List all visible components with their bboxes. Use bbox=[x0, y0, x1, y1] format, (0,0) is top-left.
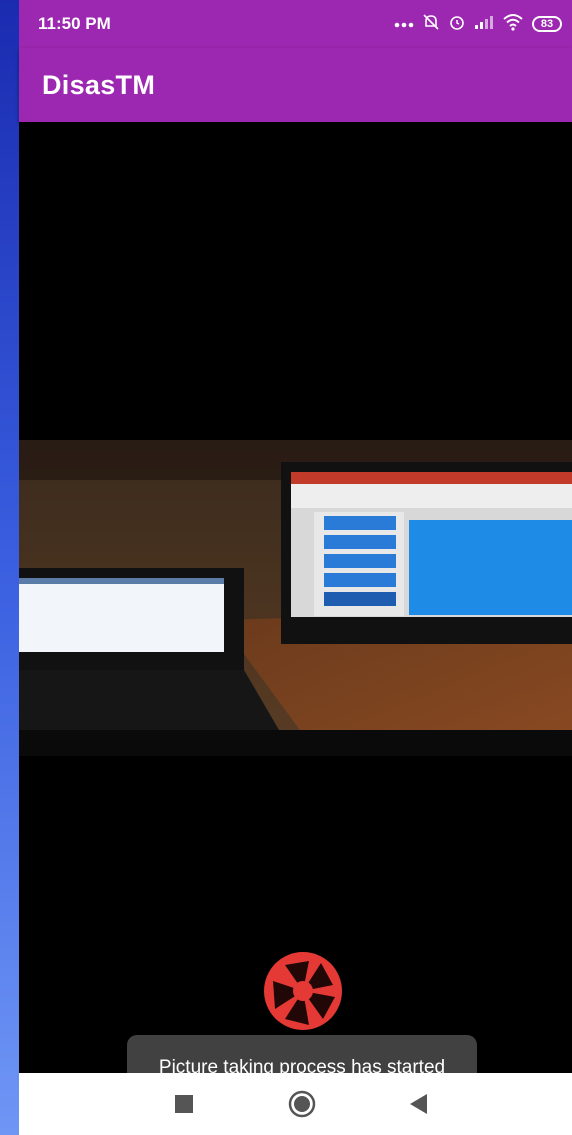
status-time: 11:50 PM bbox=[38, 14, 111, 33]
wifi-icon bbox=[502, 13, 524, 35]
camera-preview-image bbox=[19, 440, 572, 756]
status-bar: 11:50 PM 83 bbox=[19, 0, 572, 48]
home-circle-icon bbox=[288, 1090, 316, 1118]
wallpaper-strip bbox=[0, 0, 19, 1135]
app-title: DisasTM bbox=[42, 69, 156, 100]
camera-aperture-icon bbox=[264, 952, 342, 1030]
camera-preview: Picture taking process has started bbox=[19, 122, 572, 1073]
recents-button[interactable] bbox=[154, 1073, 214, 1135]
recents-square-icon bbox=[175, 1095, 193, 1113]
alarm-icon bbox=[448, 13, 466, 35]
more-dots-icon bbox=[394, 16, 414, 33]
battery-icon: 83 bbox=[532, 16, 562, 32]
bell-off-icon bbox=[422, 13, 440, 35]
toast-message: Picture taking process has started bbox=[127, 1035, 477, 1073]
shutter-button[interactable] bbox=[263, 951, 343, 1031]
back-button[interactable] bbox=[389, 1073, 449, 1135]
app-window: 11:50 PM 83 DisasTM Picture taking proce… bbox=[19, 0, 572, 1135]
signal-icon bbox=[474, 14, 494, 34]
app-bar: DisasTM bbox=[19, 48, 572, 122]
status-icons: 83 bbox=[394, 13, 562, 35]
navigation-bar bbox=[19, 1073, 572, 1135]
home-button[interactable] bbox=[272, 1073, 332, 1135]
back-triangle-icon bbox=[410, 1094, 427, 1114]
